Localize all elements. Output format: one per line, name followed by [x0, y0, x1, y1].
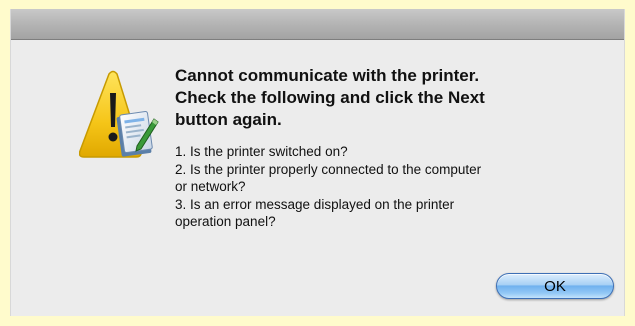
alert-details: 1. Is the printer switched on? 2. Is the… — [175, 143, 595, 231]
detail-line: 3. Is an error message displayed on the … — [175, 196, 455, 212]
headline-line: Check the following and click the Next — [175, 88, 485, 107]
warning-icon — [78, 69, 161, 169]
headline-line: Cannot communicate with the printer. — [175, 66, 480, 85]
screen-background: Cannot communicate with the printer. Che… — [0, 0, 635, 326]
detail-line: operation panel? — [175, 214, 276, 229]
alert-dialog: Cannot communicate with the printer. Che… — [10, 9, 625, 316]
printer-utility-icon — [116, 110, 159, 157]
alert-headline: Cannot communicate with the printer. Che… — [175, 65, 595, 131]
detail-line: or network? — [175, 179, 246, 194]
headline-line: button again. — [175, 110, 282, 129]
alert-content: Cannot communicate with the printer. Che… — [175, 65, 595, 231]
detail-line: 1. Is the printer switched on? — [175, 144, 348, 159]
detail-line: 2. Is the printer properly connected to … — [175, 161, 482, 177]
ok-button[interactable]: OK — [496, 273, 614, 299]
dialog-titlebar[interactable] — [11, 9, 624, 40]
